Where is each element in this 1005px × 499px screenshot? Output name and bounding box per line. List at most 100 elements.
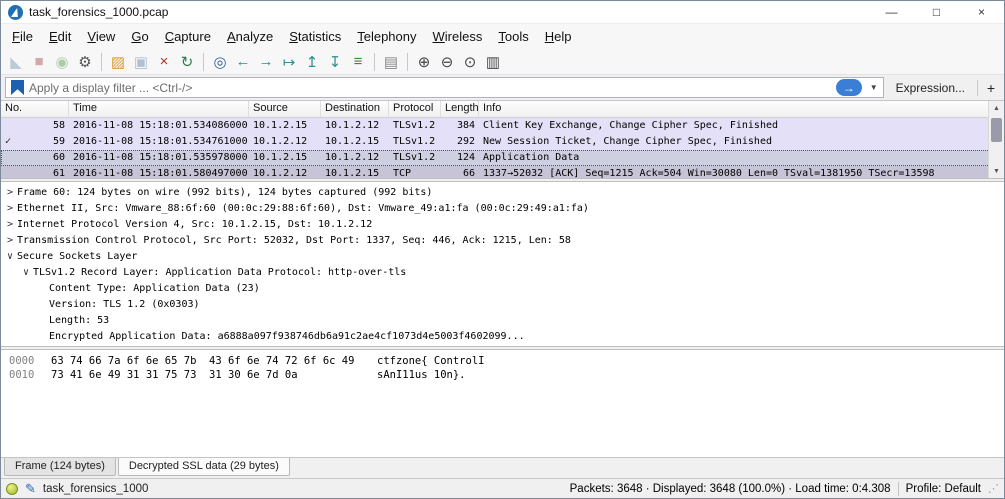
packet-row-58[interactable]: 58 2016-11-08 15:18:01.534086000 10.1.2.15… — [1, 118, 1004, 134]
hex-line[interactable]: 0000 63 74 66 7a 6f 6e 65 7b 43 6f 6e 74 … — [9, 354, 996, 368]
detail-line[interactable]: > Internet Protocol Version 4, Src: 10.1.… — [1, 217, 1004, 233]
menu-analyze[interactable]: Analyze — [219, 25, 281, 48]
capture-comment-icon[interactable]: ✎ — [25, 481, 36, 497]
cell-length: 384 — [456, 120, 475, 131]
reload-file-icon[interactable]: ↻ — [176, 51, 198, 73]
detail-line[interactable]: Encrypted Application Data: a6888a097f93… — [1, 329, 1004, 345]
apply-filter-button[interactable]: → — [835, 79, 862, 96]
expression-button[interactable]: Expression... — [888, 79, 973, 97]
packet-list-header: No. Time Source Destination Protocol Length In… — [1, 101, 1004, 118]
go-forward-icon[interactable]: → — [255, 51, 277, 73]
expand-toggle-icon[interactable]: > — [3, 201, 17, 217]
cell-info: 1337→52032 [ACK] Seq=1215 Ack=504 Win=30… — [483, 168, 935, 178]
related-packet-icon: ✓ — [5, 136, 12, 147]
zoom-in-icon[interactable]: ⊕ — [413, 51, 435, 73]
menu-help[interactable]: Help — [537, 25, 580, 48]
detail-text: Length: 53 — [49, 315, 110, 326]
hex-ascii: sAnI11us 10n}. — [377, 369, 466, 381]
zoom-reset-icon[interactable]: ⊙ — [459, 51, 481, 73]
detail-line[interactable]: Length: 53 — [1, 313, 1004, 329]
tab-decrypted[interactable]: Decrypted SSL data (29 bytes) — [117, 458, 290, 476]
minimize-button[interactable]: — — [869, 1, 914, 23]
menu-view[interactable]: View — [79, 25, 123, 48]
packet-list-scrollbar[interactable]: ▲ ▼ — [988, 101, 1004, 178]
colorize-icon[interactable]: ▤ — [380, 51, 402, 73]
menu-tools[interactable]: Tools — [490, 25, 536, 48]
menu-file[interactable]: File — [4, 25, 41, 48]
collapse-toggle-icon[interactable]: ∨ — [3, 249, 17, 265]
detail-line[interactable]: Content Type: Application Data (23) — [1, 281, 1004, 297]
scrollbar-track[interactable] — [989, 115, 1004, 164]
detail-line[interactable]: > Transmission Control Protocol, Src Port… — [1, 233, 1004, 249]
window-title: task_forensics_1000.pcap — [29, 5, 169, 19]
status-right: Packets: 3648 · Displayed: 3648 (100.0%)… — [570, 481, 999, 496]
detail-line[interactable]: > Frame 60: 124 bytes on wire (992 bits),… — [1, 185, 1004, 201]
expand-toggle-icon[interactable]: > — [3, 217, 17, 233]
go-to-packet-icon[interactable]: ↦ — [278, 51, 300, 73]
cell-protocol: TLSv1.2 — [393, 120, 436, 131]
close-button[interactable]: × — [959, 1, 1004, 23]
menu-edit[interactable]: Edit — [41, 25, 79, 48]
column-header-protocol[interactable]: Protocol — [389, 101, 441, 117]
last-packet-icon[interactable]: ↧ — [324, 51, 346, 73]
cell-protocol: TLSv1.2 — [393, 152, 436, 163]
column-header-no[interactable]: No. — [1, 101, 69, 117]
display-filter-input[interactable] — [29, 80, 836, 95]
scrollbar-thumb[interactable] — [991, 118, 1002, 142]
hex-bytes: 73 41 6e 49 31 31 75 73 31 30 6e 7d 0a — [51, 369, 298, 381]
column-header-length[interactable]: Length — [441, 101, 479, 117]
detail-line[interactable]: ∨ Secure Sockets Layer — [1, 249, 1004, 265]
tab-frame[interactable]: Frame (124 bytes) — [4, 458, 116, 476]
title-bar: task_forensics_1000.pcap — □ × — [1, 1, 1004, 24]
packet-row-60[interactable]: 60 2016-11-08 15:18:01.535978000 10.1.2.15… — [1, 150, 1004, 166]
add-filter-button[interactable]: + — [982, 80, 1000, 96]
resize-grip-icon[interactable]: ⋰ — [988, 482, 999, 495]
expert-info-icon[interactable] — [6, 482, 18, 495]
resize-columns-icon[interactable]: ▥ — [482, 51, 504, 73]
auto-scroll-icon[interactable]: ≡ — [347, 51, 369, 73]
collapse-toggle-icon[interactable]: ∨ — [19, 265, 33, 281]
menu-telephony[interactable]: Telephony — [349, 25, 424, 48]
expand-toggle-icon[interactable]: > — [3, 185, 17, 201]
filter-bookmark-icon[interactable] — [11, 80, 24, 95]
scroll-down-icon[interactable]: ▼ — [989, 164, 1004, 178]
column-header-time[interactable]: Time — [69, 101, 249, 117]
column-header-source[interactable]: Source — [249, 101, 321, 117]
cell-protocol: TCP — [393, 168, 412, 178]
detail-line[interactable]: Version: TLS 1.2 (0x0303) — [1, 297, 1004, 313]
packet-row-59[interactable]: ✓ 59 2016-11-08 15:18:01.534761000 10.1.2.1… — [1, 134, 1004, 150]
scroll-up-icon[interactable]: ▲ — [989, 101, 1004, 115]
expand-toggle-icon[interactable]: > — [3, 233, 17, 249]
column-header-destination[interactable]: Destination — [321, 101, 389, 117]
cell-protocol: TLSv1.2 — [393, 136, 436, 147]
column-header-info[interactable]: Info — [479, 101, 1004, 117]
menu-statistics[interactable]: Statistics — [281, 25, 349, 48]
menu-go[interactable]: Go — [123, 25, 156, 48]
zoom-out-icon[interactable]: ⊖ — [436, 51, 458, 73]
capture-options-icon[interactable]: ⚙ — [74, 51, 96, 73]
find-packet-icon[interactable]: ◎ — [209, 51, 231, 73]
maximize-button[interactable]: □ — [914, 1, 959, 23]
menu-wireless[interactable]: Wireless — [425, 25, 491, 48]
packet-row-61[interactable]: 61 2016-11-08 15:18:01.580497000 10.1.2.12… — [1, 166, 1004, 178]
close-file-icon[interactable]: × — [153, 51, 175, 73]
display-filter-box[interactable]: → ▼ — [5, 77, 884, 98]
detail-text: Internet Protocol Version 4, Src: 10.1.2… — [17, 219, 373, 230]
restart-capture-icon: ◉ — [55, 53, 69, 71]
first-packet-icon[interactable]: ↥ — [301, 51, 323, 73]
hex-line[interactable]: 0010 73 41 6e 49 31 31 75 73 31 30 6e 7d … — [9, 368, 996, 382]
wireshark-logo-icon — [8, 4, 23, 20]
go-back-icon[interactable]: ← — [232, 51, 254, 73]
stop-capture-icon: ■ — [34, 53, 44, 70]
cell-length: 124 — [456, 152, 475, 163]
detail-line[interactable]: > Ethernet II, Src: Vmware_88:6f:60 (00:0… — [1, 201, 1004, 217]
filter-dropdown-icon[interactable]: ▼ — [865, 83, 883, 92]
status-profile[interactable]: Profile: Default — [906, 483, 981, 495]
menu-capture[interactable]: Capture — [157, 25, 219, 48]
detail-line[interactable]: ∨ TLSv1.2 Record Layer: Application Data … — [1, 265, 1004, 281]
open-file-icon[interactable]: ▨ — [107, 51, 129, 73]
